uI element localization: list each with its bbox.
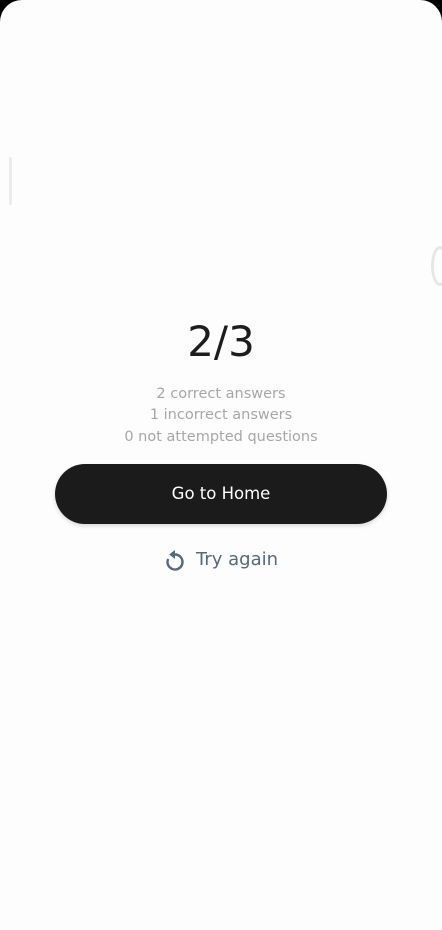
left-edge-handle: [9, 157, 12, 205]
right-edge-handle: [431, 246, 442, 286]
go-to-home-button[interactable]: Go to Home: [55, 464, 387, 524]
quiz-result-screen: 2/3 2 correct answers 1 incorrect answer…: [0, 0, 442, 930]
not-attempted-count: 0 not attempted questions: [124, 429, 318, 445]
correct-answers-count: 2 correct answers: [156, 386, 286, 402]
try-again-button[interactable]: Try again: [0, 545, 442, 575]
score-display: 2/3: [187, 317, 255, 366]
retry-icon: [164, 548, 186, 572]
try-again-label: Try again: [195, 549, 279, 570]
incorrect-answers-count: 1 incorrect answers: [149, 407, 293, 423]
